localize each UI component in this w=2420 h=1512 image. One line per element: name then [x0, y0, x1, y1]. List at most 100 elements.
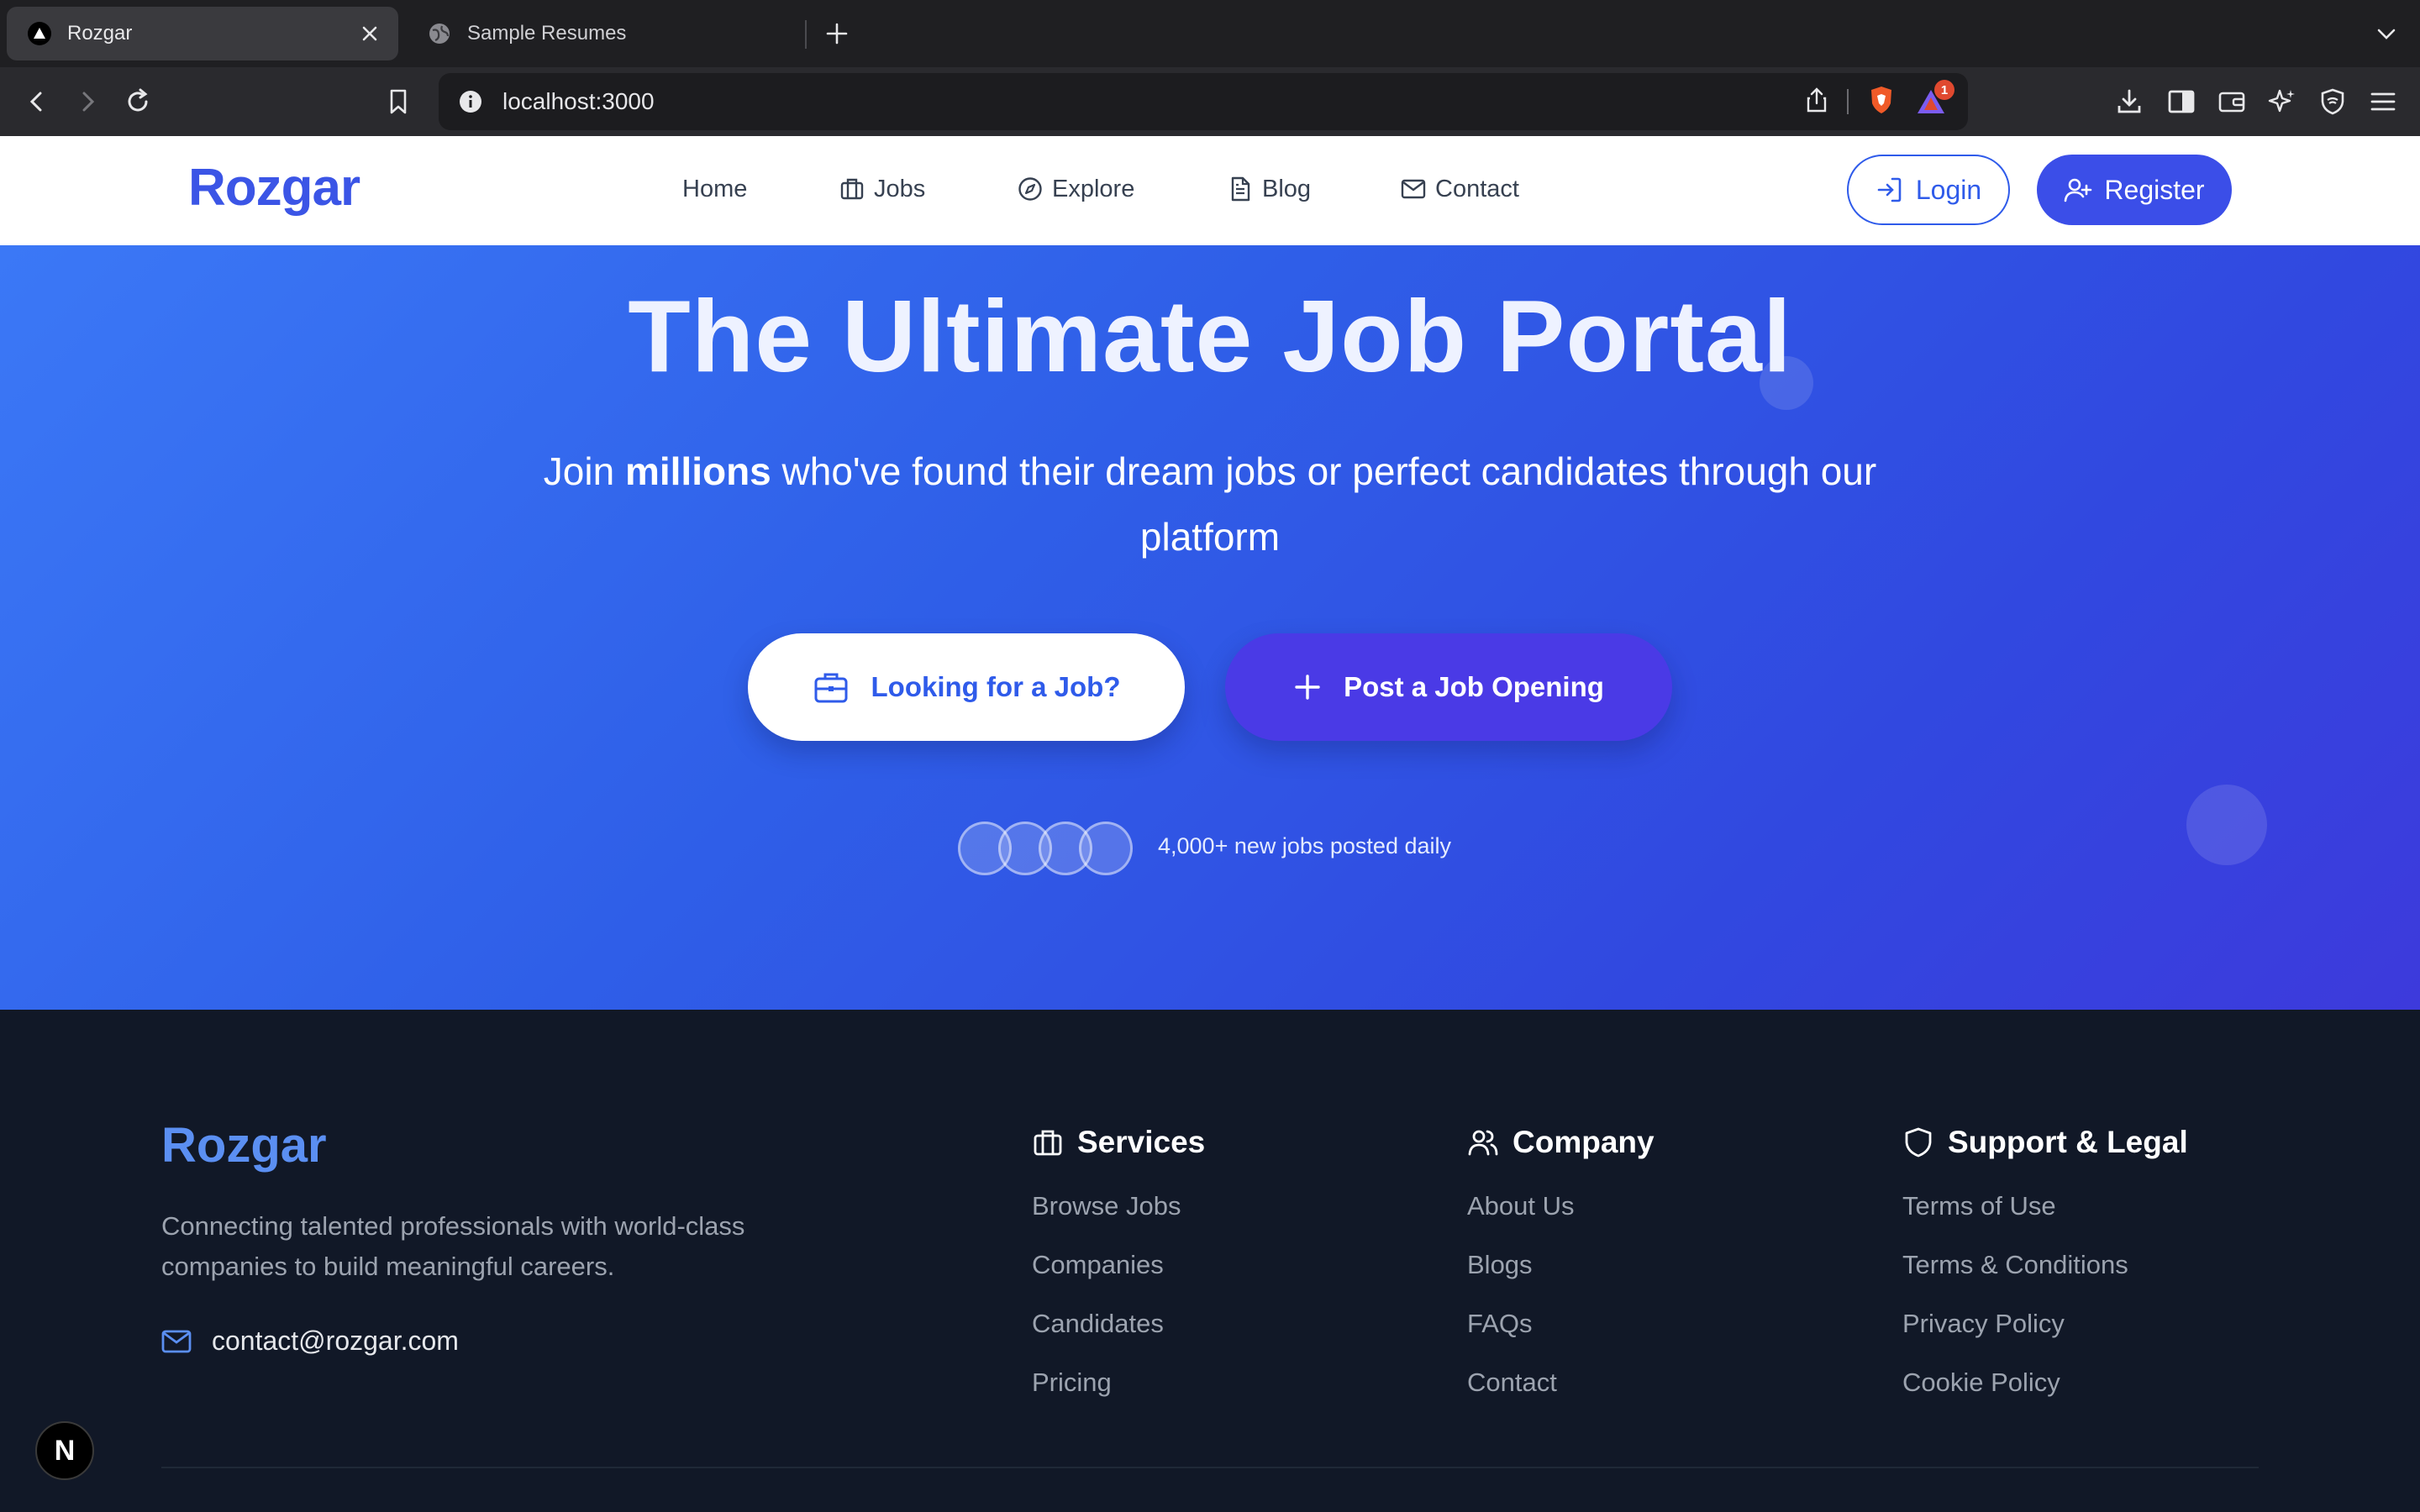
- hero-subtitle: Join millions who've found their dream j…: [538, 438, 1882, 570]
- briefcase-icon: [1034, 1130, 1062, 1156]
- footer-heading-text: Support & Legal: [1948, 1125, 2188, 1159]
- footer-link-cookie-policy[interactable]: Cookie Policy: [1902, 1368, 2188, 1398]
- document-icon: [1231, 176, 1250, 202]
- nav-home-label: Home: [682, 175, 748, 202]
- vpn-shield-icon[interactable]: [2312, 81, 2353, 122]
- footer-heading-text: Services: [1077, 1125, 1206, 1159]
- share-icon[interactable]: [1805, 87, 1828, 118]
- tab-separator: [805, 20, 807, 49]
- compass-icon: [1018, 177, 1042, 201]
- close-tab-icon[interactable]: [353, 17, 387, 50]
- footer-link-about-us[interactable]: About Us: [1467, 1191, 1655, 1221]
- reload-icon[interactable]: [118, 81, 158, 122]
- nextjs-dev-badge[interactable]: N: [35, 1421, 94, 1480]
- footer-link-faqs[interactable]: FAQs: [1467, 1309, 1655, 1339]
- footer-heading-support: Support & Legal: [1902, 1117, 2188, 1168]
- nav-explore-label: Explore: [1052, 175, 1135, 202]
- rewards-icon[interactable]: 1: [1914, 80, 1954, 118]
- footer-email-text[interactable]: contact@rozgar.com: [212, 1326, 459, 1357]
- footer-link-terms-conditions[interactable]: Terms & Conditions: [1902, 1250, 2188, 1280]
- post-job-button[interactable]: Post a Job Opening: [1225, 633, 1672, 741]
- plus-icon: [1295, 675, 1320, 700]
- triangle-favicon-icon: [27, 21, 52, 46]
- tab-rozgar[interactable]: Rozgar: [7, 7, 398, 60]
- decorative-bubble: [2186, 785, 2267, 865]
- users-icon: [1468, 1130, 1498, 1156]
- tab-title: Rozgar: [67, 22, 133, 45]
- menu-icon[interactable]: [2363, 81, 2403, 122]
- briefcase-icon: [814, 673, 847, 703]
- briefcase-icon: [840, 178, 864, 200]
- footer-link-browse-jobs[interactable]: Browse Jobs: [1032, 1191, 1205, 1221]
- jobs-posted-stat: 4,000+ new jobs posted daily: [1158, 833, 1451, 858]
- mail-icon: [1401, 179, 1426, 199]
- footer-heading-services: Services: [1032, 1117, 1205, 1168]
- footer-brand[interactable]: Rozgar: [161, 1117, 327, 1173]
- nav-blog[interactable]: Blog: [1227, 168, 1311, 210]
- footer-link-contact[interactable]: Contact: [1467, 1368, 1655, 1398]
- forward-icon[interactable]: [67, 81, 108, 122]
- footer-column-services: Services Browse Jobs Companies Candidate…: [1032, 1117, 1205, 1398]
- register-label: Register: [2104, 174, 2205, 205]
- login-button[interactable]: Login: [1847, 155, 2010, 225]
- footer-tagline: Connecting talented professionals with w…: [161, 1211, 745, 1281]
- brand-logo[interactable]: Rozgar: [188, 158, 360, 218]
- footer-heading-text: Company: [1512, 1125, 1655, 1159]
- nav-contact[interactable]: Contact: [1400, 168, 1519, 210]
- hero-subtitle-pre: Join: [543, 449, 625, 493]
- hero-subtitle-post: who've found their dream jobs or perfect…: [771, 449, 1877, 559]
- footer-link-blogs[interactable]: Blogs: [1467, 1250, 1655, 1280]
- chevron-down-icon[interactable]: [2370, 17, 2403, 50]
- hero-section: The Ultimate Job Portal Join millions wh…: [0, 245, 2420, 1010]
- nav-blog-label: Blog: [1262, 175, 1312, 202]
- nav-jobs[interactable]: Jobs: [839, 168, 925, 210]
- register-button[interactable]: Register: [2037, 155, 2232, 225]
- mail-icon: [161, 1330, 192, 1352]
- post-job-label: Post a Job Opening: [1344, 671, 1604, 702]
- looking-for-job-label: Looking for a Job?: [871, 671, 1121, 702]
- wallet-icon[interactable]: [2212, 81, 2252, 122]
- footer-link-terms-of-use[interactable]: Terms of Use: [1902, 1191, 2188, 1221]
- hero-subtitle-bold: millions: [624, 449, 771, 493]
- nav-contact-label: Contact: [1435, 175, 1519, 202]
- notification-badge: 1: [1934, 80, 1954, 100]
- nav-explore[interactable]: Explore: [1017, 168, 1134, 210]
- browser-toolbar: localhost:3000 1: [0, 67, 2420, 136]
- nav-home[interactable]: Home: [682, 168, 747, 210]
- new-tab-icon[interactable]: [820, 17, 854, 50]
- bookmark-icon[interactable]: [378, 81, 418, 122]
- footer-link-candidates[interactable]: Candidates: [1032, 1309, 1205, 1339]
- globe-icon: [427, 21, 452, 46]
- footer-column-support: Support & Legal Terms of Use Terms & Con…: [1902, 1117, 2188, 1398]
- tab-sample-resumes[interactable]: Sample Resumes: [407, 7, 802, 60]
- login-label: Login: [1915, 174, 1982, 205]
- tab-title: Sample Resumes: [467, 22, 627, 45]
- browser-tab-bar: Rozgar Sample Resumes: [0, 0, 2420, 67]
- footer-column-company: Company About Us Blogs FAQs Contact: [1467, 1117, 1655, 1398]
- back-icon[interactable]: [17, 81, 57, 122]
- site-footer: Rozgar Connecting talented professionals…: [0, 1010, 2420, 1512]
- avatar: [1079, 822, 1133, 875]
- nav-jobs-label: Jobs: [874, 175, 926, 202]
- looking-for-job-button[interactable]: Looking for a Job?: [748, 633, 1185, 741]
- site-navbar: Rozgar Home Jobs Explore Blog Contact Lo…: [0, 136, 2420, 245]
- footer-link-pricing[interactable]: Pricing: [1032, 1368, 1205, 1398]
- login-icon: [1877, 177, 1902, 202]
- url-text[interactable]: localhost:3000: [502, 88, 1805, 115]
- avatar-stack: [958, 822, 1134, 875]
- info-icon[interactable]: [454, 85, 487, 118]
- address-bar[interactable]: localhost:3000 1: [439, 73, 1968, 130]
- footer-link-privacy-policy[interactable]: Privacy Policy: [1902, 1309, 2188, 1339]
- url-divider: [1847, 89, 1849, 114]
- sidebar-icon[interactable]: [2161, 81, 2202, 122]
- brave-shield-icon[interactable]: [1867, 85, 1896, 119]
- download-icon[interactable]: [2109, 81, 2149, 122]
- footer-link-companies[interactable]: Companies: [1032, 1250, 1205, 1280]
- footer-heading-company: Company: [1467, 1117, 1655, 1168]
- footer-divider: [161, 1467, 2259, 1468]
- ai-sparkle-icon[interactable]: [2262, 81, 2302, 122]
- hero-title: The Ultimate Job Portal: [628, 279, 1792, 393]
- footer-email[interactable]: contact@rozgar.com: [161, 1326, 459, 1357]
- shield-icon: [1905, 1127, 1932, 1158]
- user-plus-icon: [2065, 178, 2092, 202]
